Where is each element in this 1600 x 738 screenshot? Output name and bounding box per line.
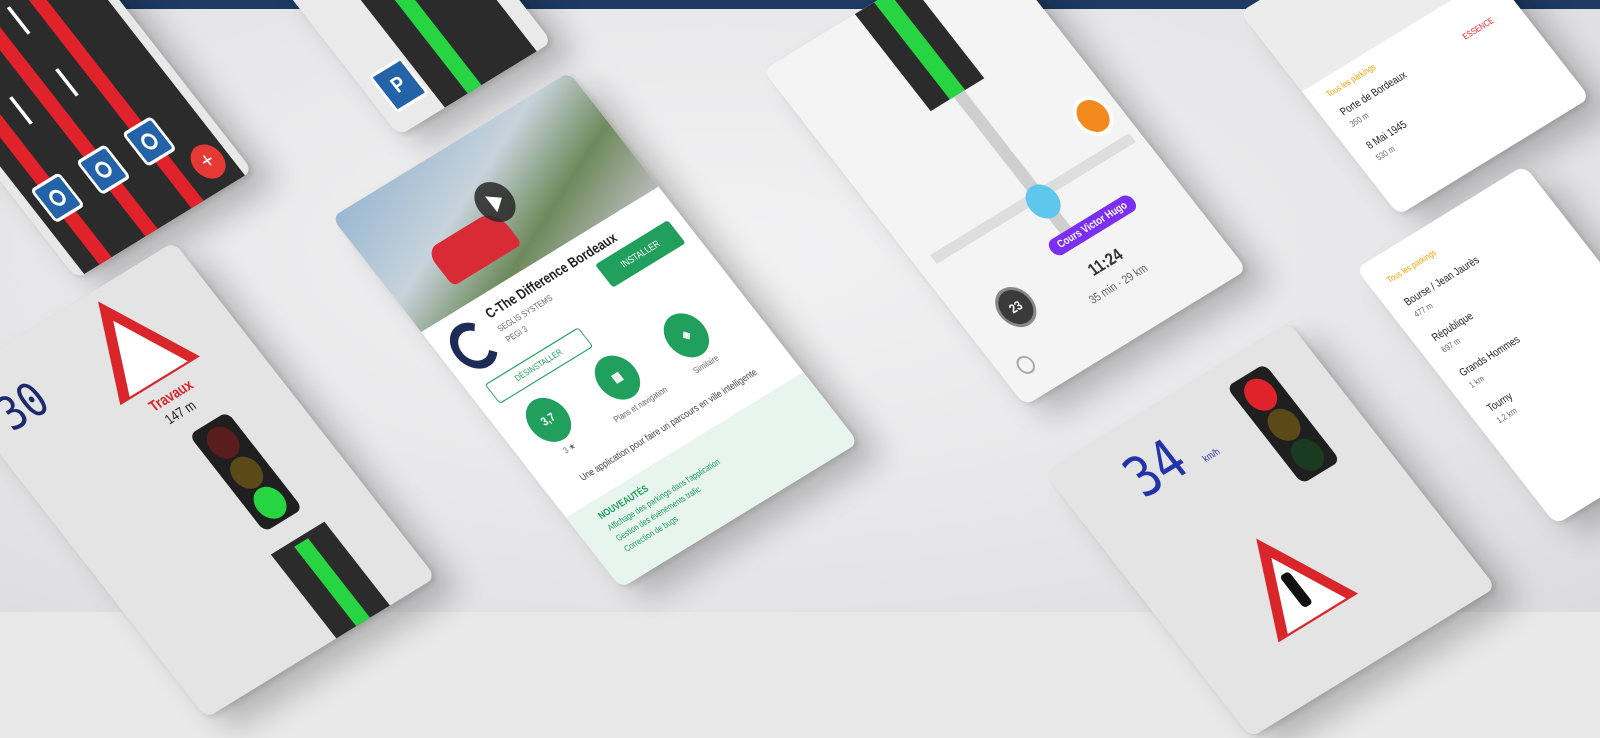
map-road	[953, 90, 1082, 248]
search-icon[interactable]	[1012, 352, 1039, 378]
parking-item-name[interactable]: Grands Hommes	[1457, 334, 1522, 379]
parking-list-header: Tous les parkings	[1384, 247, 1439, 285]
uninstall-button[interactable]: DÉSINSTALLER	[484, 327, 594, 404]
traffic-light-icon	[188, 411, 303, 533]
traffic-light-icon	[1226, 363, 1341, 485]
speed-display: 34	[1111, 428, 1201, 511]
speed-display: 30	[0, 372, 61, 442]
side-label: ESSENCE	[1460, 15, 1497, 42]
speed-unit: km/h	[1200, 446, 1223, 465]
rating-caption: 3 ★	[561, 440, 578, 456]
speedometer: 23	[986, 279, 1045, 335]
